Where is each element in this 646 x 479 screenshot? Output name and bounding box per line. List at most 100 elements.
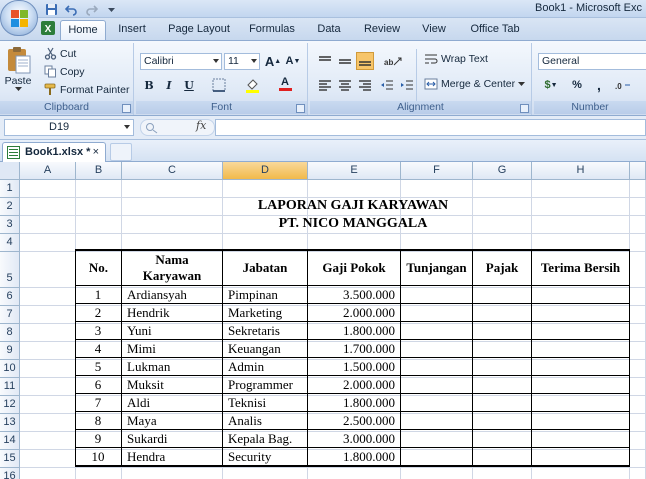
cell-no[interactable]: 1 <box>77 287 119 303</box>
cell-no[interactable]: 9 <box>77 431 119 447</box>
insert-function-button[interactable]: fx <box>196 119 206 132</box>
cell-jabatan[interactable]: Admin <box>228 359 306 375</box>
shrink-font-button[interactable]: A ▼ <box>284 52 302 70</box>
align-right-icon[interactable] <box>356 76 374 94</box>
row-header[interactable]: 5 <box>0 252 20 288</box>
row-header[interactable]: 7 <box>0 306 20 324</box>
cell-nama[interactable]: Mimi <box>127 341 221 357</box>
row-header[interactable]: 15 <box>0 450 20 468</box>
cell-gaji-pokok[interactable]: 3.500.000 <box>309 287 395 303</box>
cell-no[interactable]: 4 <box>77 341 119 357</box>
cell-jabatan[interactable]: Keuangan <box>228 341 306 357</box>
cell-nama[interactable]: Yuni <box>127 323 221 339</box>
comma-style-button[interactable]: , <box>590 76 608 94</box>
cell-jabatan[interactable]: Security <box>228 449 306 465</box>
row-header[interactable]: 14 <box>0 432 20 450</box>
tab-data[interactable]: Data <box>314 20 344 40</box>
row-header[interactable]: 16 <box>0 468 20 479</box>
column-header[interactable]: F <box>401 162 473 180</box>
row-header[interactable]: 11 <box>0 378 20 396</box>
cell-nama[interactable]: Maya <box>127 413 221 429</box>
column-header[interactable] <box>630 162 646 180</box>
copy-button[interactable]: Copy <box>44 65 85 78</box>
row-header[interactable]: 1 <box>0 180 20 198</box>
new-tab-button[interactable] <box>110 143 132 161</box>
tab-view[interactable]: View <box>418 20 450 40</box>
cell-nama[interactable]: Sukardi <box>127 431 221 447</box>
cell-jabatan[interactable]: Kepala Bag. <box>228 431 306 447</box>
header-pajak[interactable]: Pajak <box>473 250 531 286</box>
align-left-icon[interactable] <box>316 76 334 94</box>
header-tunjangan[interactable]: Tunjangan <box>401 250 472 286</box>
cell-gaji-pokok[interactable]: 2.000.000 <box>309 305 395 321</box>
tab-formulas[interactable]: Formulas <box>246 20 298 40</box>
increase-indent-icon[interactable] <box>398 76 416 94</box>
align-center-icon[interactable] <box>336 76 354 94</box>
row-header[interactable]: 8 <box>0 324 20 342</box>
row-header[interactable]: 4 <box>0 234 20 252</box>
cell-no[interactable]: 10 <box>77 449 119 465</box>
clipboard-launcher-icon[interactable] <box>122 104 131 113</box>
decrease-indent-icon[interactable] <box>378 76 396 94</box>
office-button[interactable] <box>0 0 38 36</box>
tab-review[interactable]: Review <box>360 20 404 40</box>
cut-button[interactable]: Cut <box>44 47 76 60</box>
align-middle-icon[interactable] <box>336 52 354 70</box>
column-header[interactable]: G <box>473 162 532 180</box>
column-header[interactable]: E <box>308 162 401 180</box>
cell-no[interactable]: 2 <box>77 305 119 321</box>
undo-icon[interactable] <box>62 1 80 17</box>
customize-qat-icon[interactable] <box>102 1 120 17</box>
column-header[interactable]: C <box>122 162 223 180</box>
cell-nama[interactable]: Lukman <box>127 359 221 375</box>
bold-button[interactable]: B <box>140 76 158 94</box>
font-name-select[interactable]: Calibri <box>140 53 222 70</box>
row-header[interactable]: 10 <box>0 360 20 378</box>
header-jabatan[interactable]: Jabatan <box>223 250 307 286</box>
row-header[interactable]: 9 <box>0 342 20 360</box>
row-header[interactable]: 6 <box>0 288 20 306</box>
name-box[interactable]: D19 <box>4 119 134 136</box>
cell-gaji-pokok[interactable]: 2.500.000 <box>309 413 395 429</box>
close-tab-icon[interactable]: × <box>93 143 99 161</box>
cell-no[interactable]: 3 <box>77 323 119 339</box>
tab-page-layout[interactable]: Page Layout <box>166 20 232 40</box>
cell-nama[interactable]: Hendra <box>127 449 221 465</box>
row-header[interactable]: 13 <box>0 414 20 432</box>
orientation-icon[interactable]: ab <box>382 52 406 70</box>
column-header[interactable]: A <box>20 162 76 180</box>
formula-input[interactable] <box>215 119 646 136</box>
tab-office-tab[interactable]: Office Tab <box>466 20 524 40</box>
alignment-launcher-icon[interactable] <box>520 104 529 113</box>
column-header[interactable]: B <box>76 162 122 180</box>
cell-no[interactable]: 8 <box>77 413 119 429</box>
header-nama-karyawan[interactable]: Nama Karyawan <box>122 250 222 286</box>
row-header[interactable]: 3 <box>0 216 20 234</box>
accounting-format-button[interactable]: $ ▼ <box>538 76 564 94</box>
underline-button[interactable]: U <box>180 76 198 94</box>
cell-gaji-pokok[interactable]: 3.000.000 <box>309 431 395 447</box>
align-top-icon[interactable] <box>316 52 334 70</box>
italic-button[interactable]: I <box>160 76 178 94</box>
percent-style-button[interactable]: % <box>568 76 586 94</box>
cell-gaji-pokok[interactable]: 1.700.000 <box>309 341 395 357</box>
header-terima-bersih[interactable]: Terima Bersih <box>532 250 629 286</box>
cell-nama[interactable]: Ardiansyah <box>127 287 221 303</box>
report-subtitle[interactable]: PT. NICO MANGGALA <box>76 216 630 232</box>
cell-jabatan[interactable]: Pimpinan <box>228 287 306 303</box>
search-functions-icon[interactable] <box>145 122 159 134</box>
cell-no[interactable]: 7 <box>77 395 119 411</box>
fill-color-icon[interactable] <box>244 76 262 94</box>
tab-home[interactable]: Home <box>60 20 106 40</box>
cell-nama[interactable]: Aldi <box>127 395 221 411</box>
cell-gaji-pokok[interactable]: 1.800.000 <box>309 395 395 411</box>
worksheet-grid[interactable]: ABCDEFGH 1 2 3 4 5 6 7 8 9 10 11 12 13 14 15 16 LAPORAN… <box>0 162 646 479</box>
borders-icon[interactable] <box>210 76 228 94</box>
format-painter-button[interactable]: Format Painter <box>44 83 129 96</box>
cell-nama[interactable]: Hendrik <box>127 305 221 321</box>
report-title[interactable]: LAPORAN GAJI KARYAWAN <box>76 198 630 214</box>
select-all-corner[interactable] <box>0 162 20 180</box>
cell-gaji-pokok[interactable]: 1.800.000 <box>309 449 395 465</box>
redo-icon[interactable] <box>82 1 100 17</box>
header-no[interactable]: No. <box>76 250 121 286</box>
